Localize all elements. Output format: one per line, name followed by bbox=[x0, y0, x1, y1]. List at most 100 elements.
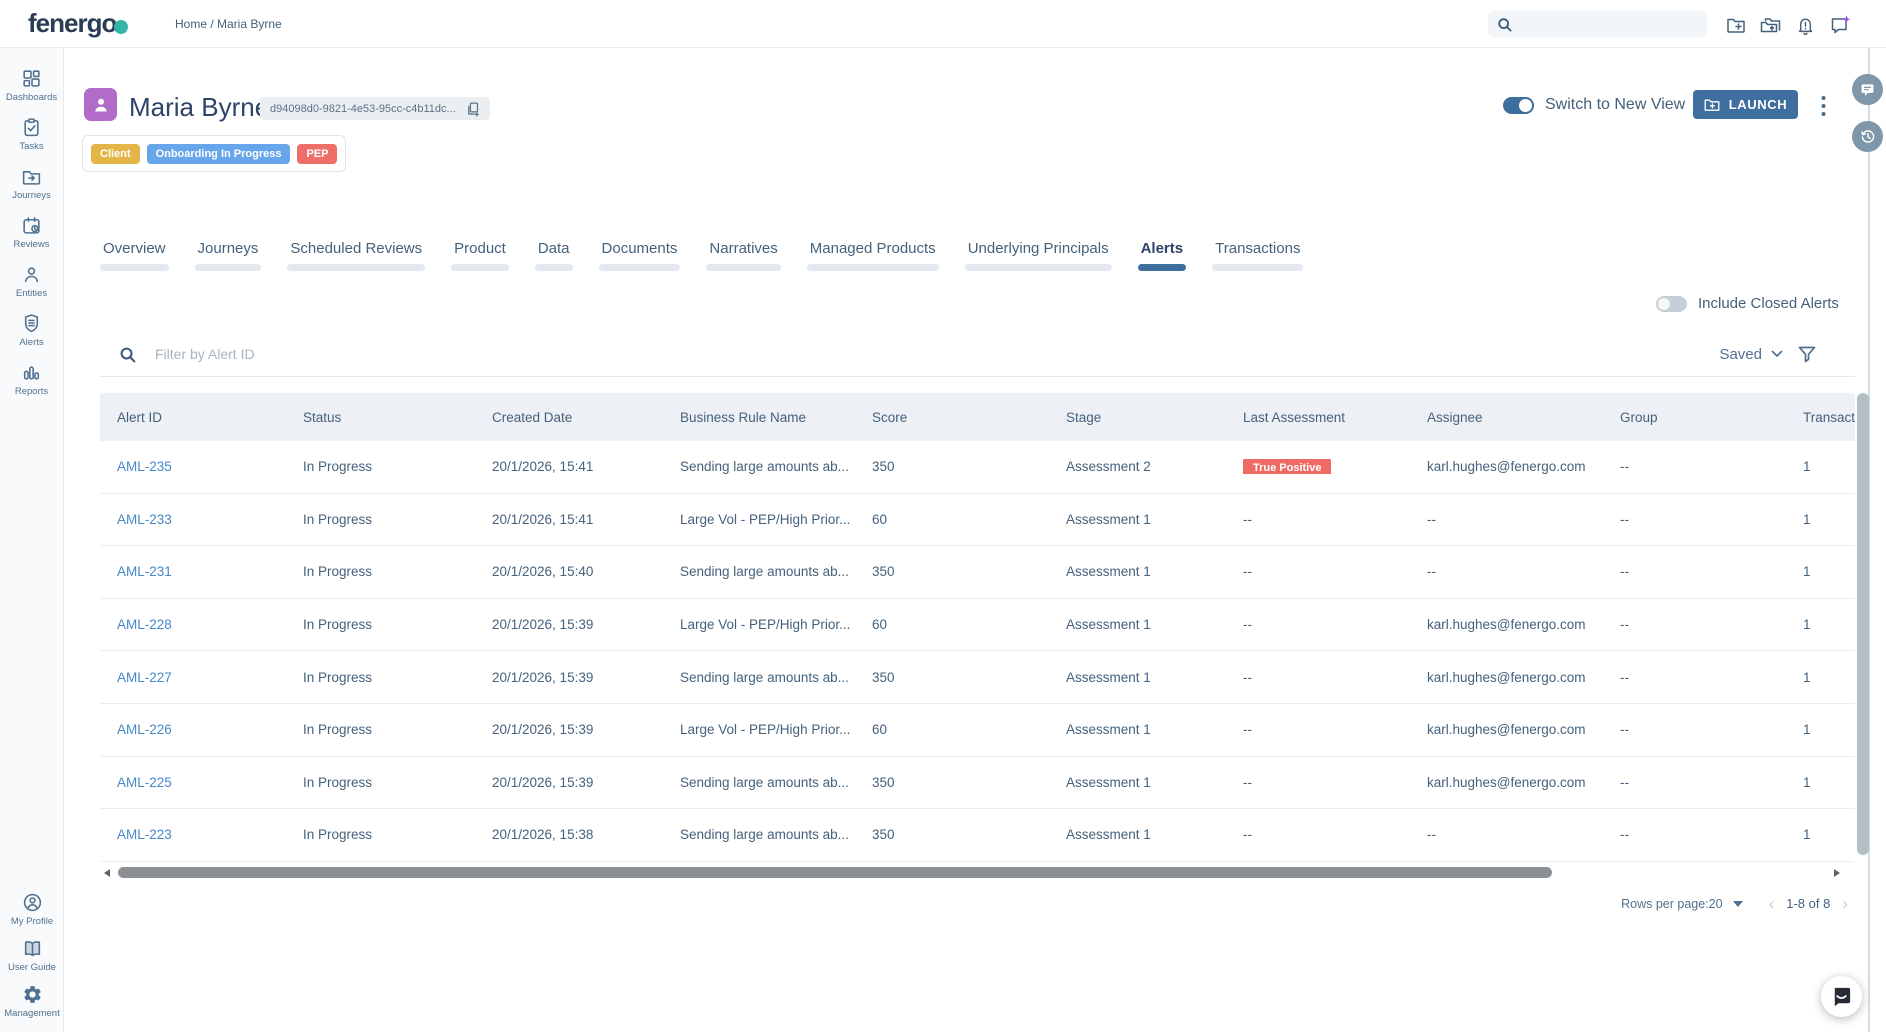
tab-label: Documents bbox=[599, 240, 681, 257]
tab[interactable]: Alerts bbox=[1138, 240, 1187, 271]
sidebar-item-management[interactable]: Management bbox=[0, 978, 64, 1024]
create-folder-icon[interactable] bbox=[1724, 13, 1747, 36]
rows-per-page-value[interactable]: 20 bbox=[1709, 897, 1723, 911]
notifications-bell-icon[interactable] bbox=[1794, 13, 1817, 36]
sidebar-item-journeys[interactable]: Journeys bbox=[0, 159, 64, 208]
next-page-chevron[interactable]: › bbox=[1838, 897, 1852, 911]
column-header-stage[interactable]: Stage bbox=[1049, 410, 1226, 425]
column-header-assignee[interactable]: Assignee bbox=[1410, 410, 1603, 425]
include-closed-alerts-label: Include Closed Alerts bbox=[1698, 295, 1839, 312]
comments-panel-button[interactable] bbox=[1852, 74, 1883, 105]
filter-search-icon bbox=[118, 345, 137, 364]
alert-id-link[interactable]: AML-225 bbox=[117, 775, 172, 790]
table-row[interactable]: AML-225 In Progress 20/1/2026, 15:39 Sen… bbox=[100, 757, 1855, 810]
tab[interactable]: Transactions bbox=[1212, 240, 1303, 271]
cell-business-rule-name: Sending large amounts ab... bbox=[663, 775, 855, 790]
alert-id-link[interactable]: AML-231 bbox=[117, 564, 172, 579]
global-search-input[interactable] bbox=[1519, 17, 1699, 31]
global-search[interactable] bbox=[1488, 11, 1707, 37]
toggle-knob bbox=[1519, 99, 1532, 112]
cell-group: -- bbox=[1603, 827, 1786, 842]
my-profile-icon bbox=[22, 892, 43, 913]
upload-folder-icon[interactable] bbox=[1759, 13, 1782, 36]
sidebar-item-tasks[interactable]: Tasks bbox=[0, 110, 64, 159]
previous-page-chevron[interactable]: ‹ bbox=[1765, 897, 1779, 911]
more-options-kebab-icon[interactable] bbox=[1812, 94, 1834, 118]
last-assessment-value: -- bbox=[1243, 827, 1252, 842]
column-header-transactions[interactable]: Transactions bbox=[1786, 410, 1855, 425]
reports-icon bbox=[21, 362, 42, 383]
cell-created-date: 20/1/2026, 15:40 bbox=[475, 564, 663, 579]
tab-label: Product bbox=[451, 240, 509, 257]
fenergo-logo[interactable]: fenergo bbox=[28, 8, 128, 38]
tab[interactable]: Overview bbox=[100, 240, 169, 271]
sidebar-item-reviews[interactable]: Reviews bbox=[0, 208, 64, 257]
breadcrumb[interactable]: Home / Maria Byrne bbox=[175, 17, 282, 31]
sidebar-item-dashboards[interactable]: Dashboards bbox=[0, 61, 64, 110]
history-panel-button[interactable] bbox=[1852, 121, 1883, 152]
sidebar-item-entities[interactable]: Entities bbox=[0, 257, 64, 306]
alert-id-link[interactable]: AML-233 bbox=[117, 512, 172, 527]
vertical-scrollbar-thumb[interactable] bbox=[1857, 393, 1869, 855]
table-row[interactable]: AML-235 In Progress 20/1/2026, 15:41 Sen… bbox=[100, 441, 1855, 494]
assistant-chat-sparkle-icon[interactable] bbox=[1829, 13, 1852, 36]
tab[interactable]: Product bbox=[451, 240, 509, 271]
sidebar-item-user-guide[interactable]: User Guide bbox=[0, 932, 64, 978]
rows-per-page-caret-icon[interactable] bbox=[1733, 901, 1743, 907]
copy-id-icon[interactable] bbox=[465, 101, 480, 117]
cell-stage: Assessment 1 bbox=[1049, 670, 1226, 685]
horizontal-scrollbar-thumb[interactable] bbox=[118, 867, 1552, 878]
sidebar-item-reports[interactable]: Reports bbox=[0, 355, 64, 404]
tab[interactable]: Managed Products bbox=[807, 240, 939, 271]
tab[interactable]: Narratives bbox=[706, 240, 780, 271]
alert-id-link[interactable]: AML-223 bbox=[117, 827, 172, 842]
filter-funnel-icon[interactable] bbox=[1797, 345, 1817, 364]
column-header-last-assessment[interactable]: Last Assessment bbox=[1226, 410, 1410, 425]
cell-status: In Progress bbox=[286, 459, 475, 474]
column-header-score[interactable]: Score bbox=[855, 410, 1049, 425]
cell-stage: Assessment 1 bbox=[1049, 827, 1226, 842]
column-header-alert-id[interactable]: Alert ID bbox=[100, 410, 286, 425]
sidebar-item-alerts[interactable]: Alerts bbox=[0, 306, 64, 355]
cell-assignee: karl.hughes@fenergo.com bbox=[1410, 670, 1603, 685]
tab[interactable]: Scheduled Reviews bbox=[287, 240, 425, 271]
tab-label: Alerts bbox=[1138, 240, 1187, 257]
include-closed-alerts-toggle[interactable] bbox=[1656, 296, 1687, 312]
table-row[interactable]: AML-226 In Progress 20/1/2026, 15:39 Lar… bbox=[100, 704, 1855, 757]
column-header-status[interactable]: Status bbox=[286, 410, 475, 425]
table-row[interactable]: AML-227 In Progress 20/1/2026, 15:39 Sen… bbox=[100, 651, 1855, 704]
cell-transactions: 1 bbox=[1786, 670, 1855, 685]
table-row[interactable]: AML-233 In Progress 20/1/2026, 15:41 Lar… bbox=[100, 494, 1855, 547]
alert-id-link[interactable]: AML-226 bbox=[117, 722, 172, 737]
tab[interactable]: Data bbox=[535, 240, 573, 271]
sidebar-main-items: Dashboards Tasks Journeys bbox=[0, 48, 63, 404]
tab[interactable]: Documents bbox=[599, 240, 681, 271]
scroll-right-arrow[interactable] bbox=[1834, 869, 1840, 877]
cell-score: 350 bbox=[855, 459, 1049, 474]
tab-label: Journeys bbox=[195, 240, 262, 257]
support-chat-launcher[interactable] bbox=[1821, 976, 1862, 1017]
scroll-left-arrow[interactable] bbox=[104, 869, 110, 877]
sidebar-item-my-profile[interactable]: My Profile bbox=[0, 886, 64, 932]
column-header-created-date[interactable]: Created Date bbox=[475, 410, 663, 425]
alert-id-link[interactable]: AML-235 bbox=[117, 459, 172, 474]
saved-filters-dropdown[interactable]: Saved bbox=[1719, 346, 1783, 363]
cell-created-date: 20/1/2026, 15:41 bbox=[475, 512, 663, 527]
tab-underline bbox=[599, 264, 681, 271]
cell-stage: Assessment 1 bbox=[1049, 512, 1226, 527]
tab[interactable]: Underlying Principals bbox=[965, 240, 1112, 271]
table-row[interactable]: AML-231 In Progress 20/1/2026, 15:40 Sen… bbox=[100, 546, 1855, 599]
column-header-business-rule-name[interactable]: Business Rule Name bbox=[663, 410, 855, 425]
alert-id-link[interactable]: AML-228 bbox=[117, 617, 172, 632]
tab-underline bbox=[706, 264, 780, 271]
filter-alert-id-input[interactable] bbox=[155, 346, 1719, 362]
tab[interactable]: Journeys bbox=[195, 240, 262, 271]
new-view-toggle[interactable] bbox=[1503, 97, 1534, 114]
column-header-group[interactable]: Group bbox=[1603, 410, 1786, 425]
table-row[interactable]: AML-228 In Progress 20/1/2026, 15:39 Lar… bbox=[100, 599, 1855, 652]
table-row[interactable]: AML-223 In Progress 20/1/2026, 15:38 Sen… bbox=[100, 809, 1855, 862]
logo-teal-dot-icon bbox=[114, 20, 128, 34]
cell-transactions: 1 bbox=[1786, 459, 1855, 474]
alert-id-link[interactable]: AML-227 bbox=[117, 670, 172, 685]
launch-button[interactable]: LAUNCH bbox=[1693, 90, 1798, 119]
